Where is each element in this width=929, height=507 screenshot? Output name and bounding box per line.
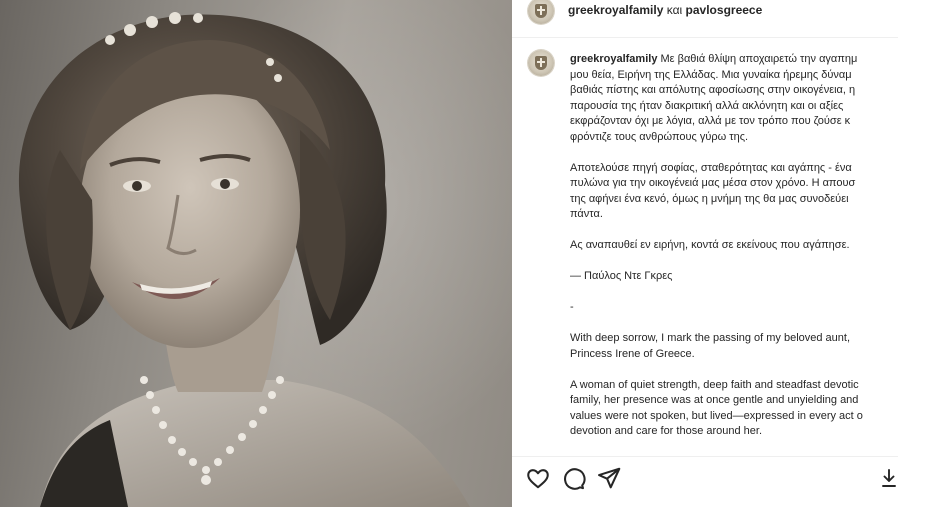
caption-scroll-area[interactable]: greekroyalfamily Με βαθιά θλίψη αποχαιρε… [512,38,898,456]
post-actions-bar [512,457,898,507]
author-link-1[interactable]: greekroyalfamily [568,3,663,17]
post-caption: greekroyalfamily Με βαθιά θλίψη αποχαιρε… [570,52,898,455]
caption-line: Αποτελούσε πηγή σοφίας, σταθερότητας και… [570,161,852,174]
post-panel: greekroyalfamily και pavlosgreece greekr… [512,0,898,507]
download-icon [882,469,896,487]
caption-username[interactable]: greekroyalfamily [570,53,657,65]
post-photo[interactable] [0,0,512,507]
portrait-illustration [18,12,470,507]
caption-english-paragraph-2: A woman of quiet strength, deep faith an… [570,378,898,440]
caption-line: βαθιάς πίστης και απόλυτης αφοσίωσης στη… [570,84,856,96]
caption-line: Princess Irene of Greece. [570,347,695,360]
caption-greek-paragraph-3: Ας αναπαυθεί εν ειρήνη, κοντά σε εκείνου… [570,239,850,251]
heart-icon [527,469,549,489]
caption-line: A woman of quiet strength, deep faith an… [570,378,859,391]
caption-line: φρόντιζε τους ανθρώπους γύρω της. [570,130,749,143]
caption-greek-paragraph-2: Αποτελούσε πηγή σοφίας, σταθερότητας και… [570,161,898,223]
caption-separator: - [570,301,574,313]
royal-crest-icon [535,56,547,70]
like-button[interactable] [525,465,551,491]
caption-line: παρουσία της ήταν διακριτική αλλά ακλόνη… [570,99,844,112]
caption-line: With deep sorrow, I mark the passing of … [570,332,851,344]
window-edge [898,0,929,507]
comment-bubble-icon [564,468,586,490]
author-avatar[interactable] [528,0,554,24]
caption-greek-paragraph-1: greekroyalfamily Με βαθιά θλίψη αποχαιρε… [570,52,898,145]
caption-signature: — Παύλος Ντε Γκρες [570,270,673,282]
caption-line: εκφράζονταν όχι με λόγια, αλλά με τον τρ… [570,115,851,127]
caption-line: values were not spoken, but lived—expres… [570,409,863,422]
caption-line: πυλώνα για την οικογένειά μας μέσα στον … [570,177,856,189]
caption-line: πάντα. [570,208,603,220]
caption-english-paragraph-1: With deep sorrow, I mark the passing of … [570,331,898,362]
royal-crest-icon [535,4,547,18]
caption-line: family, her presence was at once gentle … [570,394,859,406]
caption-avatar[interactable] [528,50,554,76]
collab-authors: greekroyalfamily και pavlosgreece [568,3,762,17]
caption-line: devotion and care for those around her. [570,425,763,437]
comment-button[interactable] [560,465,586,491]
paper-plane-icon [598,467,621,489]
download-button[interactable] [880,467,898,489]
post-header: greekroyalfamily και pavlosgreece [512,0,898,38]
author-connector: και [666,3,683,17]
author-link-2[interactable]: pavlosgreece [686,3,763,17]
caption-line: μου θεία, Ειρήνη της Ελλάδας. Μια γυναίκ… [570,68,852,81]
share-button[interactable] [596,465,622,491]
caption-line: Με βαθιά θλίψη αποχαιρετώ την αγαπημ [660,53,858,65]
caption-line: της αφήνει ένα κενό, όμως η μνήμη της θα… [570,192,849,205]
